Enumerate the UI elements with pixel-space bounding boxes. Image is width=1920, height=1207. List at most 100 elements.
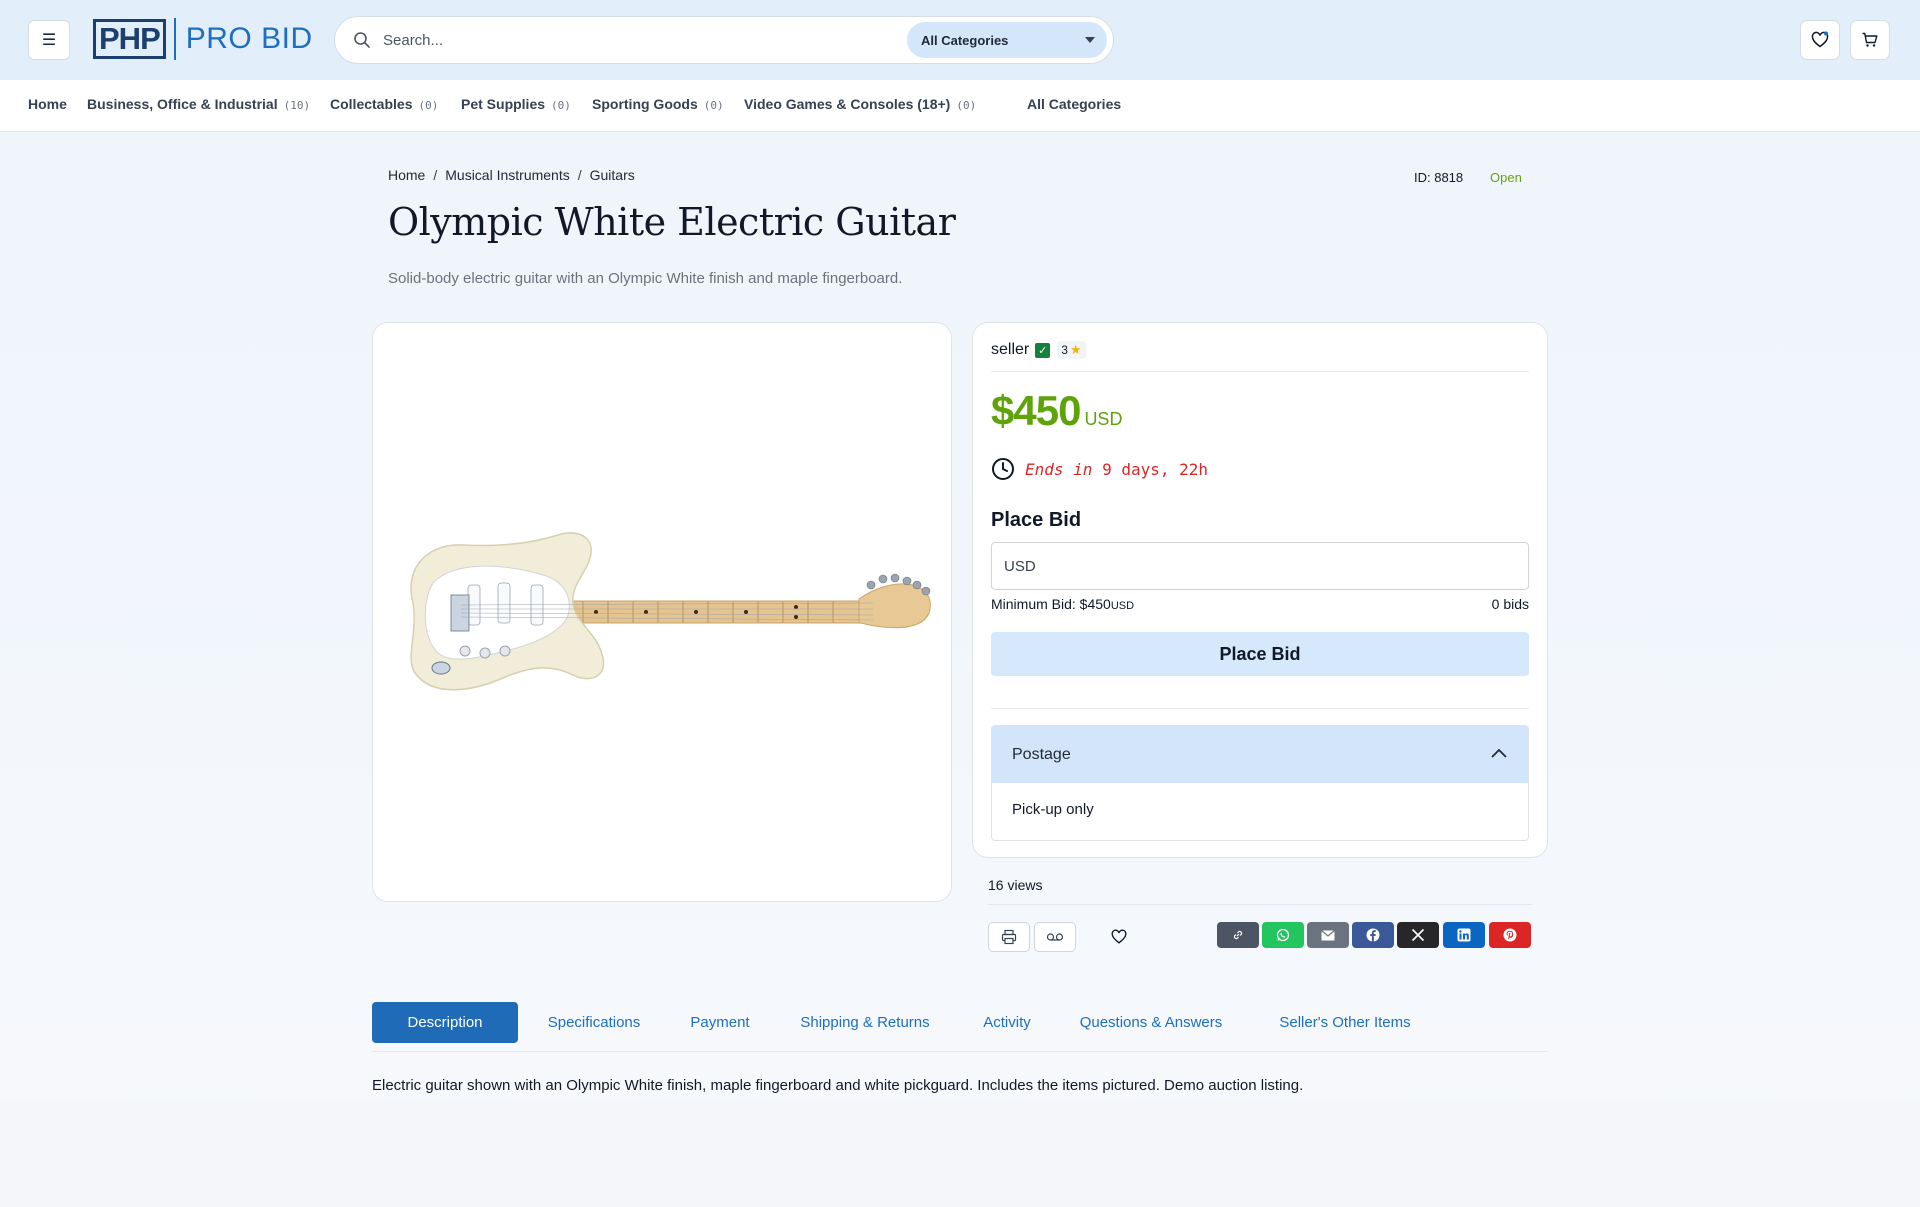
nav-all-categories[interactable]: All Categories (1027, 96, 1121, 112)
nav-collectables[interactable]: Collectables (0) (330, 96, 438, 112)
breadcrumb-musical-instruments[interactable]: Musical Instruments (445, 167, 569, 183)
tab-description[interactable]: Description (372, 1002, 518, 1043)
facebook-icon (1366, 928, 1380, 942)
category-select[interactable]: All Categories (907, 22, 1107, 58)
tab-questions-answers[interactable]: Questions & Answers (1068, 1002, 1234, 1043)
tab-shipping-returns[interactable]: Shipping & Returns (782, 1002, 948, 1043)
cart-button[interactable] (1850, 20, 1890, 60)
page-title: Olympic White Electric Guitar (388, 200, 956, 244)
listing-tabs: Description Specifications Payment Shipp… (372, 1002, 1548, 1052)
share-x-button[interactable] (1397, 922, 1439, 948)
nav-item-count: (0) (956, 99, 977, 112)
whatsapp-icon (1276, 928, 1290, 942)
bid-panel: seller ✓ 3 ★ $450 USD Ends in 9 days, 22h… (972, 322, 1548, 858)
breadcrumb-separator: / (577, 167, 582, 183)
breadcrumb: Home / Musical Instruments / Guitars (388, 167, 635, 183)
auction-countdown: Ends in 9 days, 22h (991, 457, 1208, 481)
nav-home[interactable]: Home (28, 96, 67, 112)
divider (988, 904, 1532, 905)
ends-in-text: Ends in 9 days, 22h (1025, 460, 1208, 479)
share-linkedin-button[interactable] (1443, 922, 1485, 948)
logo-probid-text: PRO BID (185, 22, 313, 55)
ends-in-label: Ends in (1025, 459, 1093, 479)
nav-business-office-industrial[interactable]: Business, Office & Industrial (10) (87, 96, 310, 112)
postage-title: Postage (1012, 745, 1071, 763)
logo-divider (173, 18, 176, 60)
wishlist-button[interactable] (1800, 20, 1840, 60)
hamburger-menu-button[interactable]: ☰ (28, 20, 70, 60)
description-text: Electric guitar shown with an Olympic Wh… (372, 1077, 1304, 1094)
print-button[interactable] (988, 922, 1030, 952)
caret-down-icon (1085, 37, 1095, 43)
divider (991, 371, 1529, 372)
postage-body: Pick-up only (1012, 801, 1094, 818)
heart-icon (1811, 31, 1829, 48)
logo-php-text: PHP (93, 19, 166, 59)
bid-amount-input[interactable] (991, 542, 1529, 590)
nav-video-games-consoles[interactable]: Video Games & Consoles (18+) (0) (744, 96, 976, 112)
printer-icon (1001, 929, 1017, 945)
category-nav: Home Business, Office & Industrial (10) C… (0, 80, 1920, 132)
nav-item-label: Sporting Goods (592, 96, 698, 112)
nav-item-label: Business, Office & Industrial (87, 96, 278, 112)
tab-activity[interactable]: Activity (962, 1002, 1052, 1043)
share-link-button[interactable] (1217, 922, 1259, 948)
place-bid-heading: Place Bid (991, 509, 1082, 531)
breadcrumb-guitars[interactable]: Guitars (590, 167, 635, 183)
guitar-image (410, 532, 931, 691)
bids-count: 0 bids (1491, 596, 1529, 612)
postage-accordion-header[interactable]: Postage (992, 726, 1528, 783)
star-icon: ★ (1069, 342, 1082, 357)
tab-payment[interactable]: Payment (672, 1002, 768, 1043)
nav-item-label: Collectables (330, 96, 413, 112)
tab-sellers-other-items[interactable]: Seller's Other Items (1248, 1002, 1442, 1043)
price-value: $450 (991, 387, 1081, 434)
tab-specifications[interactable]: Specifications (532, 1002, 656, 1043)
breadcrumb-separator: / (433, 167, 438, 183)
nav-item-count: (10) (283, 99, 311, 112)
voicemail-icon (1046, 933, 1064, 941)
clock-icon (992, 458, 1014, 480)
top-header: ☰ PHP PRO BID All Categories (0, 0, 1920, 80)
ends-in-value: 9 days, 22h (1102, 459, 1209, 479)
minimum-bid: Minimum Bid: $450USD (991, 596, 1134, 612)
chevron-up-icon (1491, 748, 1507, 758)
share-whatsapp-button[interactable] (1262, 922, 1304, 948)
share-pinterest-button[interactable] (1489, 922, 1531, 948)
site-logo[interactable]: PHP PRO BID (93, 18, 313, 60)
nav-item-label: Pet Supplies (461, 96, 546, 112)
search-input[interactable] (383, 25, 923, 55)
nav-pet-supplies[interactable]: Pet Supplies (0) (461, 96, 571, 112)
place-bid-button[interactable]: Place Bid (991, 632, 1529, 676)
x-icon (1411, 928, 1425, 942)
seller-name[interactable]: seller (991, 341, 1029, 359)
voicemail-button[interactable] (1034, 922, 1076, 952)
nav-sporting-goods[interactable]: Sporting Goods (0) (592, 96, 724, 112)
cart-icon (1862, 32, 1878, 47)
minimum-bid-currency: USD (1110, 600, 1135, 612)
pinterest-icon (1503, 928, 1517, 942)
listing-subtitle: Solid-body electric guitar with an Olymp… (388, 270, 903, 287)
seller-info: seller ✓ 3 ★ (991, 341, 1086, 359)
current-price: $450 USD (991, 387, 1122, 435)
nav-item-count: (0) (551, 99, 571, 112)
rating-value: 3 (1061, 343, 1068, 357)
share-facebook-button[interactable] (1352, 922, 1394, 948)
search-icon (353, 31, 371, 54)
price-currency: USD (1084, 409, 1123, 429)
product-image-card[interactable] (372, 322, 952, 902)
footer-band (0, 1100, 1920, 1207)
views-count: 16 views (988, 877, 1043, 893)
watch-heart-icon[interactable] (1110, 928, 1128, 951)
share-email-button[interactable] (1307, 922, 1349, 948)
nav-item-label: Video Games & Consoles (18+) (744, 96, 951, 112)
linkedin-icon (1457, 928, 1471, 942)
category-select-label: All Categories (921, 32, 1009, 48)
nav-item-count: (0) (703, 99, 724, 112)
postage-accordion: Postage Pick-up only (991, 725, 1529, 841)
link-icon (1233, 930, 1243, 940)
divider (991, 708, 1529, 709)
breadcrumb-home[interactable]: Home (388, 167, 425, 183)
email-icon (1321, 929, 1335, 940)
seller-rating: 3 ★ (1057, 341, 1086, 359)
